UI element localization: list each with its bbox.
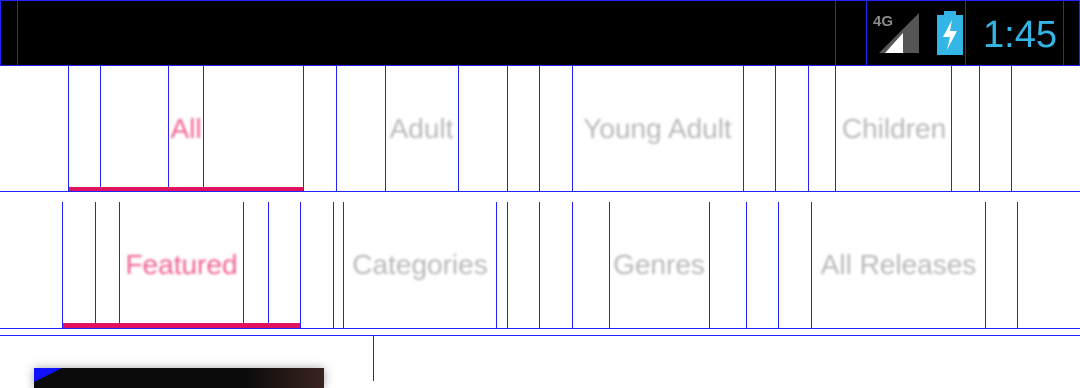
tab-all-releases-label: All Releases — [820, 249, 977, 280]
tab-genres-label: Genres — [613, 249, 705, 280]
tab-all-releases[interactable]: All Releases — [779, 202, 1018, 328]
featured-book-cover[interactable] — [34, 368, 324, 388]
tab-categories-label: Categories — [352, 249, 488, 280]
tab-all[interactable]: All — [68, 66, 304, 192]
tab-categories[interactable]: Categories — [301, 202, 540, 328]
tab-genres[interactable]: Genres — [540, 202, 779, 328]
signal-4g-icon: 4G — [873, 11, 921, 55]
layout-guide — [866, 1, 867, 67]
tab-children-label: Children — [841, 113, 947, 144]
cover-art — [244, 368, 324, 388]
tab-children[interactable]: Children — [776, 66, 1012, 192]
status-bar: 4G 1:45 — [0, 0, 1080, 67]
tab-featured[interactable]: Featured — [62, 202, 301, 328]
network-type-label: 4G — [873, 13, 893, 30]
layout-guide — [17, 1, 18, 67]
layout-guide — [965, 1, 966, 67]
featured-content — [0, 336, 1080, 388]
layout-guide — [835, 1, 836, 67]
layout-guide — [373, 336, 374, 381]
audience-tab-bar: All Adult Young Adult Children — [0, 66, 1080, 192]
tab-featured-label: Featured — [125, 249, 238, 280]
tab-adult[interactable]: Adult — [304, 66, 540, 192]
battery-charging-icon — [935, 11, 965, 55]
tab-young-adult-label: Young Adult — [583, 113, 732, 144]
section-tab-bar: Featured Categories Genres All Releases — [0, 202, 1080, 328]
status-clock: 1:45 — [983, 14, 1057, 56]
cover-corner-ribbon — [34, 368, 62, 382]
tab-all-label: All — [170, 113, 202, 144]
tab-young-adult[interactable]: Young Adult — [540, 66, 776, 192]
tab-adult-label: Adult — [389, 113, 454, 144]
divider — [0, 191, 1080, 192]
divider — [0, 328, 1080, 329]
